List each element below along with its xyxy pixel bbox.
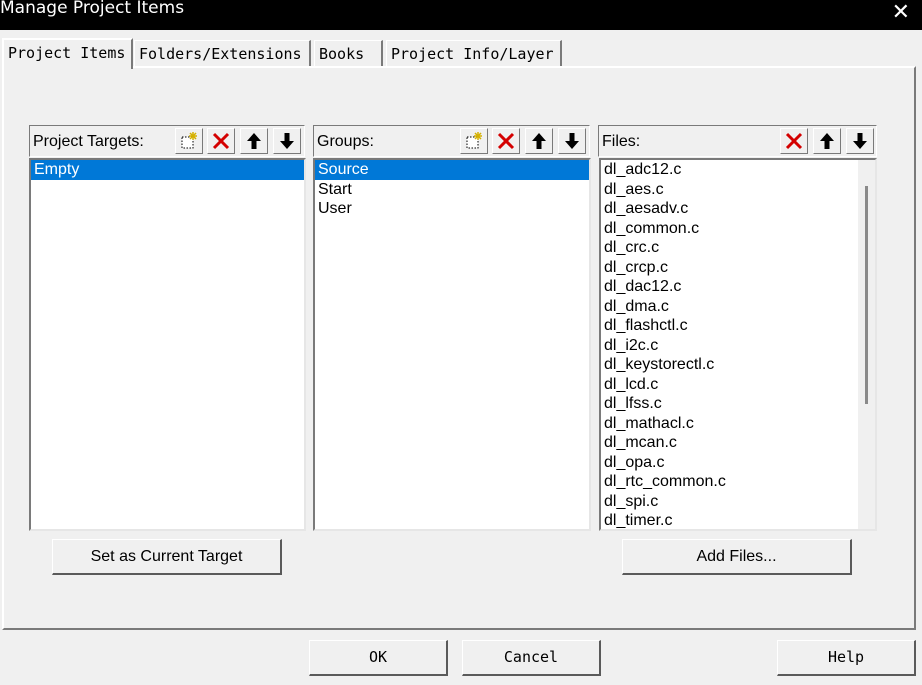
list-item[interactable]: dl_mcan.c — [601, 433, 875, 453]
new-item-icon — [466, 132, 482, 149]
files-list[interactable]: dl_adc12.c dl_aes.c dl_aesadv.c dl_common.c… — [599, 158, 877, 531]
groups-label: Groups: — [317, 133, 374, 150]
delete-x-icon — [785, 132, 803, 150]
arrow-down-icon — [853, 133, 867, 149]
files-header: Files: — [598, 125, 877, 157]
list-item[interactable]: dl_rtc_common.c — [601, 472, 875, 492]
list-item[interactable]: Empty — [31, 160, 304, 180]
list-item[interactable]: dl_opa.c — [601, 453, 875, 473]
tab-project-items[interactable]: Project Items — [2, 38, 133, 69]
move-target-down-button[interactable] — [273, 128, 301, 154]
help-button[interactable]: Help — [777, 640, 916, 676]
move-group-down-button[interactable] — [558, 128, 586, 154]
delete-group-button[interactable] — [492, 128, 520, 154]
arrow-up-icon — [247, 133, 261, 149]
move-target-up-button[interactable] — [240, 128, 268, 154]
tab-folders-extensions[interactable]: Folders/Extensions — [134, 40, 311, 66]
set-as-current-target-button[interactable]: Set as Current Target — [52, 539, 282, 575]
close-icon[interactable]: ✕ — [892, 0, 910, 27]
list-item[interactable]: dl_spi.c — [601, 492, 875, 512]
files-label: Files: — [602, 133, 641, 150]
files-scrollbar[interactable] — [858, 160, 875, 529]
scrollbar-thumb[interactable] — [865, 186, 868, 404]
list-item[interactable]: dl_crc.c — [601, 238, 875, 258]
list-item[interactable]: dl_aes.c — [601, 180, 875, 200]
list-item[interactable]: dl_dma.c — [601, 297, 875, 317]
arrow-down-icon — [280, 133, 294, 149]
move-file-up-button[interactable] — [813, 128, 841, 154]
tab-project-info-layer[interactable]: Project Info/Layer — [386, 40, 562, 66]
groups-list[interactable]: Source Start User — [313, 158, 591, 531]
delete-x-icon — [497, 132, 515, 150]
list-item[interactable]: dl_aesadv.c — [601, 199, 875, 219]
targets-header: Project Targets: — [29, 125, 305, 157]
list-item[interactable]: dl_mathacl.c — [601, 414, 875, 434]
list-item[interactable]: dl_flashctl.c — [601, 316, 875, 336]
move-file-down-button[interactable] — [846, 128, 874, 154]
list-item[interactable]: dl_dac12.c — [601, 277, 875, 297]
arrow-up-icon — [532, 133, 546, 149]
list-item[interactable]: dl_i2c.c — [601, 336, 875, 356]
list-item[interactable]: dl_timer.c — [601, 511, 875, 529]
delete-target-button[interactable] — [207, 128, 235, 154]
arrow-down-icon — [565, 133, 579, 149]
list-item[interactable]: dl_lfss.c — [601, 394, 875, 414]
groups-header: Groups: — [313, 125, 590, 157]
list-item[interactable]: Start — [315, 180, 589, 200]
new-group-button[interactable] — [460, 128, 488, 154]
ok-button[interactable]: OK — [309, 640, 448, 676]
move-group-up-button[interactable] — [525, 128, 553, 154]
delete-file-button[interactable] — [780, 128, 808, 154]
list-item[interactable]: dl_adc12.c — [601, 160, 875, 180]
title-bar: Manage Project Items ✕ — [0, 0, 922, 30]
tab-books[interactable]: Books — [314, 40, 383, 66]
new-item-icon — [181, 132, 197, 149]
window-title: Manage Project Items — [0, 0, 185, 18]
add-files-button[interactable]: Add Files... — [622, 539, 852, 575]
list-item[interactable]: Source — [315, 160, 589, 180]
targets-list[interactable]: Empty — [29, 158, 306, 531]
list-item[interactable]: dl_lcd.c — [601, 375, 875, 395]
new-target-button[interactable] — [175, 128, 203, 154]
targets-label: Project Targets: — [33, 133, 144, 150]
list-item[interactable]: dl_common.c — [601, 219, 875, 239]
delete-x-icon — [212, 132, 230, 150]
list-item[interactable]: User — [315, 199, 589, 219]
arrow-up-icon — [820, 133, 834, 149]
list-item[interactable]: dl_keystorectl.c — [601, 355, 875, 375]
cancel-button[interactable]: Cancel — [462, 640, 601, 676]
list-item[interactable]: dl_crcp.c — [601, 258, 875, 278]
